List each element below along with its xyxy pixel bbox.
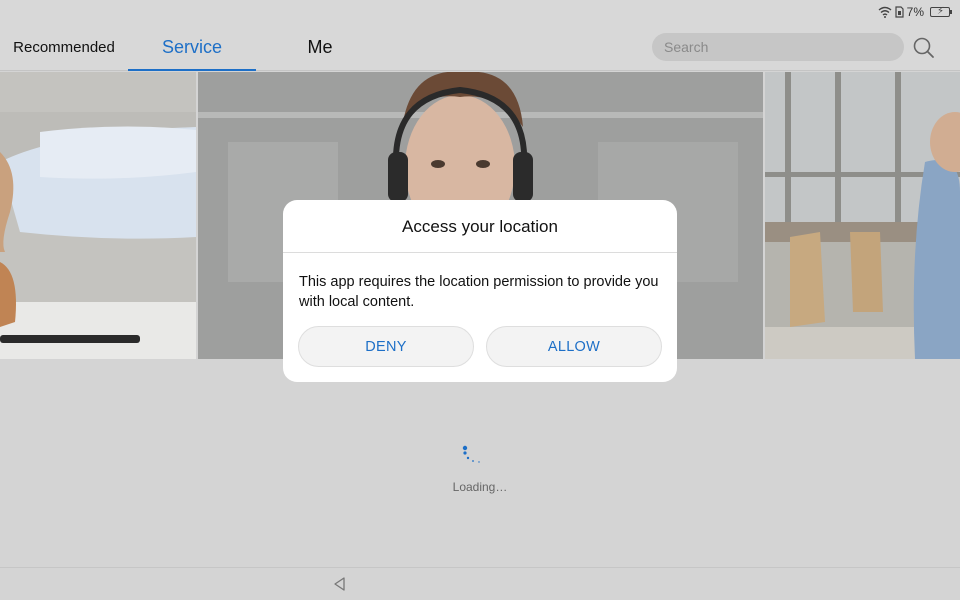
dialog-title: Access your location — [402, 216, 558, 236]
tab-service[interactable]: Service — [128, 24, 256, 71]
loading-spinner-icon — [462, 445, 480, 463]
sim-icon — [895, 6, 904, 18]
deny-button[interactable]: DENY — [298, 326, 474, 367]
dialog-divider — [283, 252, 677, 253]
status-icons: 7% ⚡ — [878, 4, 952, 20]
search-placeholder: Search — [664, 39, 709, 55]
handshake-photo — [0, 72, 196, 359]
selected-tab-indicator — [128, 69, 256, 71]
location-permission-dialog: Access your location This app requires t… — [283, 200, 677, 382]
header: Recommended Service Me Search — [0, 24, 960, 71]
allow-button[interactable]: ALLOW — [486, 326, 662, 367]
battery-percent: 7% — [906, 5, 924, 19]
status-bar: 7% ⚡ — [0, 0, 960, 24]
dialog-message: This app requires the location permissio… — [299, 274, 659, 310]
loading-text: Loading… — [452, 480, 508, 494]
search-input[interactable]: Search — [652, 33, 904, 61]
tab-recommended[interactable]: Recommended — [0, 24, 128, 71]
battery-charging-icon: ⚡ — [930, 6, 952, 17]
banner-slide-office-cafe[interactable] — [765, 72, 960, 359]
navigation-bar — [0, 567, 960, 600]
search-icon[interactable] — [912, 36, 936, 60]
wifi-icon — [878, 6, 892, 18]
banner-slide-handshake[interactable] — [0, 72, 196, 359]
back-triangle-icon[interactable] — [332, 576, 348, 592]
office-cafe-photo — [765, 72, 960, 359]
tab-me[interactable]: Me — [256, 24, 384, 71]
